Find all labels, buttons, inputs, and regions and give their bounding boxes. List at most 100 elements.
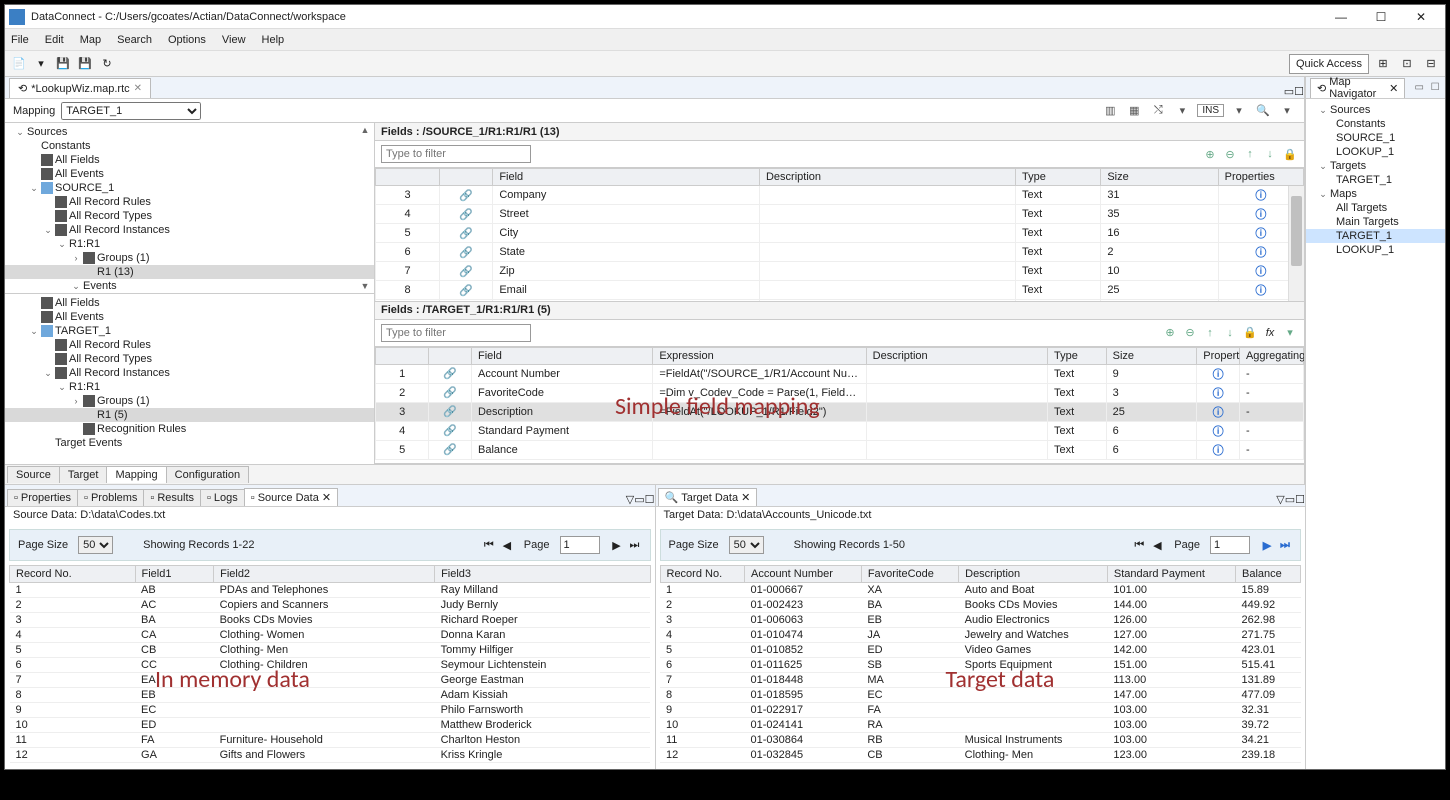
- table-row[interactable]: 101-000667XAAuto and Boat101.0015.89: [660, 583, 1301, 598]
- first-page-icon[interactable]: ⏮: [482, 539, 496, 552]
- search-icon[interactable]: 🔍: [1254, 102, 1272, 120]
- nav-item[interactable]: Constants: [1306, 117, 1445, 131]
- table-row[interactable]: 1201-032845CBClothing- Men123.00239.18: [660, 748, 1301, 763]
- table-row[interactable]: 2ACCopiers and ScannersJudy Bernly: [10, 598, 651, 613]
- min-icon[interactable]: ▭: [1285, 493, 1295, 506]
- scroll-down-icon[interactable]: ▼: [358, 281, 372, 291]
- source-data-grid[interactable]: Record No.Field1Field2Field31ABPDAs and …: [9, 565, 651, 765]
- prev-page-icon[interactable]: ◀: [500, 539, 514, 552]
- remove-icon[interactable]: ⊖: [1222, 146, 1238, 162]
- fx-dropdown-icon[interactable]: ▾: [1282, 325, 1298, 341]
- table-row[interactable]: 901-022917FA103.0032.31: [660, 703, 1301, 718]
- target-data-grid[interactable]: Record No.Account NumberFavoriteCodeDesc…: [660, 565, 1302, 765]
- menu-view[interactable]: View: [222, 34, 246, 46]
- table-row[interactable]: 5CBClothing- MenTommy Hilfiger: [10, 643, 651, 658]
- nav-item[interactable]: ⌄Sources: [1306, 103, 1445, 117]
- minimize-view-icon[interactable]: ▭: [1284, 85, 1294, 98]
- close-icon[interactable]: ✕: [322, 491, 331, 504]
- nav-item[interactable]: Main Targets: [1306, 215, 1445, 229]
- table-row[interactable]: 301-006063EBAudio Electronics126.00262.9…: [660, 613, 1301, 628]
- last-page-icon[interactable]: ⏭: [628, 539, 642, 552]
- info-icon[interactable]: ⓘ: [1255, 266, 1266, 278]
- page-size-select[interactable]: 50: [729, 536, 764, 554]
- close-icon[interactable]: ✕: [1389, 82, 1398, 95]
- menu-options[interactable]: Options: [168, 34, 206, 46]
- tree-item[interactable]: All Fields: [5, 296, 374, 310]
- tab-map-navigator[interactable]: ⟲Map Navigator✕: [1310, 78, 1405, 98]
- up-icon[interactable]: ↑: [1202, 325, 1218, 341]
- table-row[interactable]: 7🔗ZipText10ⓘ: [376, 262, 1304, 281]
- lock-icon[interactable]: 🔒: [1282, 146, 1298, 162]
- tab-target-data[interactable]: 🔍Target Data✕: [658, 488, 758, 506]
- tab-problems[interactable]: ▫Problems: [77, 489, 144, 506]
- tab-mapping[interactable]: Mapping: [106, 466, 166, 483]
- tab-target[interactable]: Target: [59, 466, 108, 483]
- tree-item[interactable]: ›Groups (1): [5, 394, 374, 408]
- menu-search[interactable]: Search: [117, 34, 152, 46]
- layout1-icon[interactable]: ▥: [1101, 102, 1119, 120]
- page-size-select[interactable]: 50: [78, 536, 113, 554]
- tree-item[interactable]: ›Groups (1): [5, 251, 374, 265]
- info-icon[interactable]: ⓘ: [1213, 388, 1224, 400]
- tree-item[interactable]: ⌄TARGET_1: [5, 324, 374, 338]
- tree-item[interactable]: All Events: [5, 167, 374, 181]
- tree-item[interactable]: ⌄All Record Instances: [5, 366, 374, 380]
- map-navigator-tree[interactable]: ⌄SourcesConstantsSOURCE_1LOOKUP_1⌄Target…: [1306, 99, 1445, 769]
- tree-item[interactable]: All Record Types: [5, 352, 374, 366]
- tree-item[interactable]: All Record Types: [5, 209, 374, 223]
- tab-source-data[interactable]: ▫Source Data✕: [244, 488, 338, 506]
- dropdown3-icon[interactable]: ▾: [1278, 102, 1296, 120]
- table-row[interactable]: 13JAJewelry and WatchesRose Dawson: [10, 763, 651, 766]
- menu-help[interactable]: Help: [262, 34, 285, 46]
- scroll-up-icon[interactable]: ▲: [358, 125, 372, 135]
- shuffle-icon[interactable]: ⤭: [1149, 102, 1167, 120]
- nav-item[interactable]: LOOKUP_1: [1306, 243, 1445, 257]
- tree-item[interactable]: Constants: [5, 139, 374, 153]
- table-row[interactable]: 1ABPDAs and TelephonesRay Milland: [10, 583, 651, 598]
- tree-item[interactable]: All Events: [5, 310, 374, 324]
- minimize-button[interactable]: —: [1321, 6, 1361, 28]
- max-icon[interactable]: ☐: [1429, 81, 1441, 95]
- nav-item[interactable]: LOOKUP_1: [1306, 145, 1445, 159]
- tree-item[interactable]: All Record Rules: [5, 338, 374, 352]
- add-icon[interactable]: ⊕: [1162, 325, 1178, 341]
- info-icon[interactable]: ⓘ: [1213, 445, 1224, 457]
- table-row[interactable]: 3BABooks CDs MoviesRichard Roeper: [10, 613, 651, 628]
- layout2-icon[interactable]: ▦: [1125, 102, 1143, 120]
- nav-item[interactable]: TARGET_1: [1306, 173, 1445, 187]
- menu-edit[interactable]: Edit: [45, 34, 64, 46]
- info-icon[interactable]: ⓘ: [1213, 426, 1224, 438]
- max-icon[interactable]: ☐: [1295, 493, 1305, 506]
- table-row[interactable]: 1001-024141RA103.0039.72: [660, 718, 1301, 733]
- add-icon[interactable]: ⊕: [1202, 146, 1218, 162]
- tree-item[interactable]: All Record Rules: [5, 195, 374, 209]
- table-row[interactable]: 701-018448MA113.00131.89: [660, 673, 1301, 688]
- table-row[interactable]: 801-018595EC147.00477.09: [660, 688, 1301, 703]
- table-row[interactable]: 9ECPhilo Farnsworth: [10, 703, 651, 718]
- source-filter-input[interactable]: [381, 145, 531, 163]
- nav-item[interactable]: ⌄Maps: [1306, 187, 1445, 201]
- tree-item[interactable]: ⌄All Record Instances: [5, 223, 374, 237]
- view-menu-icon[interactable]: ▽: [1276, 493, 1284, 506]
- tab-properties[interactable]: ▫Properties: [7, 489, 78, 506]
- target-tree[interactable]: All FieldsAll Events⌄TARGET_1All Record …: [5, 294, 374, 464]
- editor-tab-lookupwiz[interactable]: ⟲ *LookupWiz.map.rtc ✕: [9, 78, 151, 98]
- refresh-icon[interactable]: ↻: [97, 54, 117, 74]
- lock-icon[interactable]: 🔒: [1242, 325, 1258, 341]
- info-icon[interactable]: ⓘ: [1255, 209, 1266, 221]
- tree-item[interactable]: ⌄SOURCE_1: [5, 181, 374, 195]
- table-row[interactable]: 501-010852EDVideo Games142.00423.01: [660, 643, 1301, 658]
- source-tree[interactable]: ▲ ▼ ⌄SourcesConstantsAll FieldsAll Event…: [5, 123, 374, 294]
- table-row[interactable]: 4CAClothing- WomenDonna Karan: [10, 628, 651, 643]
- table-row[interactable]: 7EAGeorge Eastman: [10, 673, 651, 688]
- table-row[interactable]: 5🔗BalanceText6ⓘ-: [376, 440, 1304, 459]
- table-row[interactable]: 3🔗Description=FieldAt("/LOOKUP_1/R1/Fiel…: [376, 402, 1304, 421]
- mapping-select[interactable]: TARGET_1: [61, 102, 201, 120]
- fx-icon[interactable]: fx: [1262, 325, 1278, 341]
- table-row[interactable]: 2🔗FavoriteCode=Dim v_Codev_Code = Parse(…: [376, 383, 1304, 402]
- table-row[interactable]: 12GAGifts and FlowersKriss Kringle: [10, 748, 651, 763]
- dropdown-icon[interactable]: ▾: [1173, 102, 1191, 120]
- table-row[interactable]: 6CCClothing- ChildrenSeymour Lichtenstei…: [10, 658, 651, 673]
- info-icon[interactable]: ⓘ: [1255, 228, 1266, 240]
- tree-item[interactable]: R1 (13): [5, 265, 374, 279]
